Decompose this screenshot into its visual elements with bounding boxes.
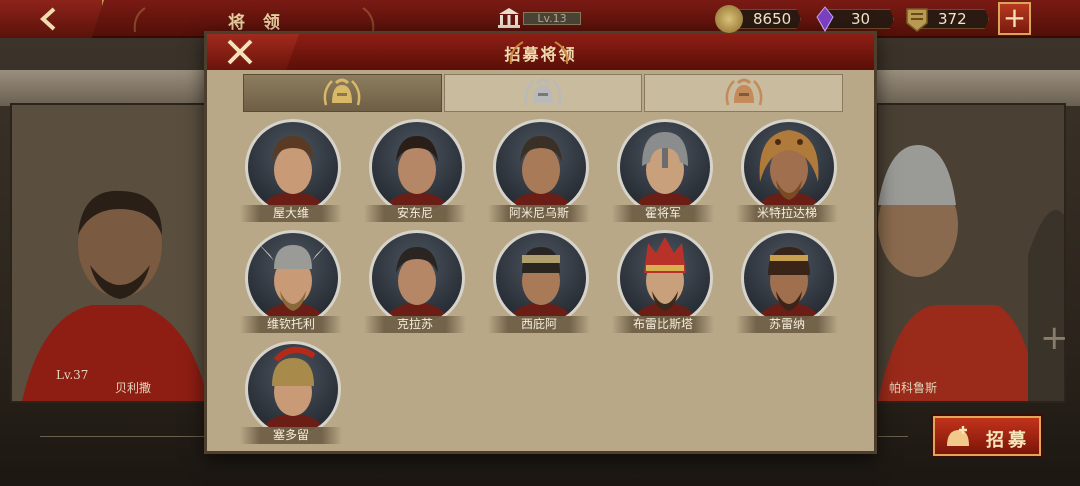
hero-portrait — [245, 230, 341, 326]
purple-gem-icon — [816, 6, 834, 33]
hero-portrait — [741, 230, 837, 326]
dialog-header: 招募将领 — [207, 34, 874, 70]
close-button[interactable] — [207, 34, 299, 70]
gold-helmet-laurel-icon — [323, 78, 361, 106]
divider — [878, 436, 908, 437]
bronze-rank-tab[interactable] — [644, 74, 844, 112]
hero-face — [258, 136, 328, 212]
recruit-dialog: 招募将领 屋大维 安东尼 阿米尼乌斯 霍将军 米特拉达梯 维钦托利 克拉苏 西庇… — [204, 31, 877, 454]
hero-face — [382, 247, 452, 323]
hero-face — [258, 347, 328, 434]
hero-card[interactable]: 西庇阿 — [488, 230, 590, 336]
temple-icon — [498, 8, 520, 28]
hero-card[interactable]: 阿米尼乌斯 — [488, 119, 590, 225]
hero-name: 安东尼 — [364, 205, 466, 222]
hero-face — [506, 247, 576, 323]
hero-portrait — [741, 119, 837, 215]
hero-portrait — [369, 230, 465, 326]
general-portrait — [12, 105, 208, 401]
hero-name: 布雷比斯塔 — [612, 316, 714, 333]
hero-card[interactable]: 霍将军 — [612, 119, 714, 225]
hero-name: 屋大维 — [240, 205, 342, 222]
hero-portrait — [493, 230, 589, 326]
back-button[interactable] — [0, 0, 104, 38]
hero-card[interactable]: 苏雷纳 — [736, 230, 838, 336]
laurel-decoration-icon — [554, 41, 569, 65]
general-name: 帕科鲁斯 — [889, 381, 938, 395]
level-label: Lv.13 — [523, 12, 581, 25]
page-title: 将 领 — [228, 13, 286, 33]
general-name: 贝利撒 — [115, 381, 152, 395]
hero-card[interactable]: 塞多留 — [240, 341, 342, 447]
add-general-slot[interactable]: + — [1040, 318, 1069, 358]
hero-name: 塞多留 — [240, 427, 342, 444]
general-portrait — [878, 105, 1064, 401]
add-currency-button[interactable]: + — [998, 2, 1031, 35]
hero-portrait — [493, 119, 589, 215]
rank-tabs — [243, 74, 844, 112]
general-slot-right[interactable] — [876, 103, 1066, 403]
general-level: Lv.37 — [56, 368, 89, 382]
hero-face — [382, 136, 452, 212]
background-frieze — [876, 70, 1080, 106]
gold-coin-icon — [715, 5, 743, 33]
hero-face — [256, 241, 330, 323]
hero-card[interactable]: 维钦托利 — [240, 230, 342, 336]
close-icon — [227, 39, 253, 65]
divider — [40, 436, 210, 437]
laurel-decoration-icon — [362, 7, 375, 33]
city-level[interactable]: Lv.13 — [497, 7, 587, 29]
hero-card[interactable]: 安东尼 — [364, 119, 466, 225]
hero-face — [506, 136, 576, 212]
laurel-decoration-icon — [133, 7, 146, 33]
hero-face — [754, 130, 824, 212]
hero-name: 阿米尼乌斯 — [488, 205, 590, 222]
hero-portrait — [369, 119, 465, 215]
hero-portrait — [245, 341, 341, 437]
recruit-helmet-icon — [947, 426, 969, 446]
recruit-button[interactable]: 招募 — [933, 416, 1041, 456]
hero-face — [630, 132, 700, 212]
laurel-decoration-icon — [509, 41, 524, 65]
recruit-label: 招募 — [986, 430, 1030, 451]
general-slot-left[interactable] — [10, 103, 210, 403]
hero-name: 苏雷纳 — [736, 316, 838, 333]
hero-card[interactable]: 布雷比斯塔 — [612, 230, 714, 336]
background-frieze — [0, 70, 205, 106]
hero-card[interactable]: 克拉苏 — [364, 230, 466, 336]
hero-name: 西庇阿 — [488, 316, 590, 333]
silver-rank-tab[interactable] — [443, 74, 643, 112]
chevron-left-icon — [40, 7, 56, 31]
hero-name: 霍将军 — [612, 205, 714, 222]
gold-rank-tab[interactable] — [243, 74, 442, 112]
hero-portrait — [617, 230, 713, 326]
hero-name: 维钦托利 — [240, 316, 342, 333]
bronze-helmet-laurel-icon — [725, 78, 763, 106]
hero-card[interactable]: 米特拉达梯 — [736, 119, 838, 225]
hero-name: 米特拉达梯 — [736, 205, 838, 222]
hero-portrait — [245, 119, 341, 215]
hero-face — [754, 247, 824, 323]
silver-helmet-laurel-icon — [524, 78, 562, 106]
hero-portrait — [617, 119, 713, 215]
legion-token-icon — [906, 8, 928, 32]
hero-face — [630, 237, 700, 323]
hero-name: 克拉苏 — [364, 316, 466, 333]
hero-card[interactable]: 屋大维 — [240, 119, 342, 225]
